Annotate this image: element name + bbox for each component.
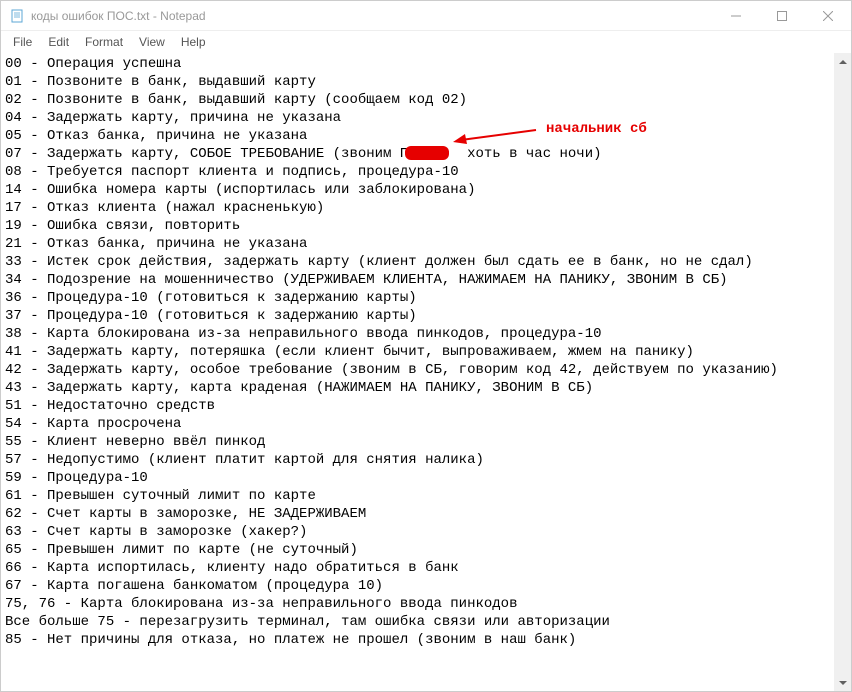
app-icon bbox=[9, 8, 25, 24]
window-title: коды ошибок ПОС.txt - Notepad bbox=[31, 9, 713, 23]
text-line: 36 - Процедура-10 (готовиться к задержан… bbox=[5, 289, 830, 307]
text-line: 63 - Счет карты в заморозке (хакер?) bbox=[5, 523, 830, 541]
text-area[interactable]: 00 - Операция успешна01 - Позвоните в ба… bbox=[1, 53, 834, 691]
text-line: 19 - Ошибка связи, повторить bbox=[5, 217, 830, 235]
text-line: 62 - Счет карты в заморозке, НЕ ЗАДЕРЖИВ… bbox=[5, 505, 830, 523]
menu-format[interactable]: Format bbox=[77, 33, 131, 51]
text-line: 85 - Нет причины для отказа, но платеж н… bbox=[5, 631, 830, 649]
text-line: 33 - Истек срок действия, задержать карт… bbox=[5, 253, 830, 271]
menu-edit[interactable]: Edit bbox=[40, 33, 77, 51]
menu-help[interactable]: Help bbox=[173, 33, 214, 51]
text-line: 07 - Задержать карту, СОБОЕ ТРЕБОВАНИЕ (… bbox=[5, 145, 830, 163]
text-line: 67 - Карта погашена банкоматом (процедур… bbox=[5, 577, 830, 595]
text-line: 57 - Недопустимо (клиент платит картой д… bbox=[5, 451, 830, 469]
menu-file[interactable]: File bbox=[5, 33, 40, 51]
text-line: 01 - Позвоните в банк, выдавший карту bbox=[5, 73, 830, 91]
text-line: 55 - Клиент неверно ввёл пинкод bbox=[5, 433, 830, 451]
window-controls bbox=[713, 1, 851, 30]
minimize-button[interactable] bbox=[713, 1, 759, 30]
titlebar[interactable]: коды ошибок ПОС.txt - Notepad bbox=[1, 1, 851, 31]
maximize-button[interactable] bbox=[759, 1, 805, 30]
text-line: 61 - Превышен суточный лимит по карте bbox=[5, 487, 830, 505]
text-line: 41 - Задержать карту, потеряшка (если кл… bbox=[5, 343, 830, 361]
scroll-down-arrow-icon[interactable] bbox=[834, 674, 851, 691]
text-line: 04 - Задержать карту, причина не указана bbox=[5, 109, 830, 127]
scroll-track[interactable] bbox=[834, 70, 851, 674]
scroll-up-arrow-icon[interactable] bbox=[834, 53, 851, 70]
text-line: 08 - Требуется паспорт клиента и подпись… bbox=[5, 163, 830, 181]
text-line: 51 - Недостаточно средств bbox=[5, 397, 830, 415]
text-line: 42 - Задержать карту, особое требование … bbox=[5, 361, 830, 379]
text-line: 54 - Карта просрочена bbox=[5, 415, 830, 433]
text-line: 00 - Операция успешна bbox=[5, 55, 830, 73]
text-line: 66 - Карта испортилась, клиенту надо обр… bbox=[5, 559, 830, 577]
text-line: 38 - Карта блокирована из-за неправильно… bbox=[5, 325, 830, 343]
vertical-scrollbar[interactable] bbox=[834, 53, 851, 691]
menu-view[interactable]: View bbox=[131, 33, 173, 51]
menubar: File Edit Format View Help bbox=[1, 31, 851, 53]
text-line: 14 - Ошибка номера карты (испортилась ил… bbox=[5, 181, 830, 199]
text-line: Все больше 75 - перезагрузить терминал, … bbox=[5, 613, 830, 631]
text-line: 37 - Процедура-10 (готовиться к задержан… bbox=[5, 307, 830, 325]
text-line: 59 - Процедура-10 bbox=[5, 469, 830, 487]
text-line: 17 - Отказ клиента (нажал красненькую) bbox=[5, 199, 830, 217]
text-line: 34 - Подозрение на мошенничество (УДЕРЖИ… bbox=[5, 271, 830, 289]
text-line: 05 - Отказ банка, причина не указана bbox=[5, 127, 830, 145]
text-line: 02 - Позвоните в банк, выдавший карту (с… bbox=[5, 91, 830, 109]
content-area: 00 - Операция успешна01 - Позвоните в ба… bbox=[1, 53, 851, 691]
notepad-window: коды ошибок ПОС.txt - Notepad File Edit … bbox=[0, 0, 852, 692]
close-button[interactable] bbox=[805, 1, 851, 30]
text-line: 43 - Задержать карту, карта краденая (НА… bbox=[5, 379, 830, 397]
text-line: 21 - Отказ банка, причина не указана bbox=[5, 235, 830, 253]
text-line: 75, 76 - Карта блокирована из-за неправи… bbox=[5, 595, 830, 613]
text-line: 65 - Превышен лимит по карте (не суточны… bbox=[5, 541, 830, 559]
